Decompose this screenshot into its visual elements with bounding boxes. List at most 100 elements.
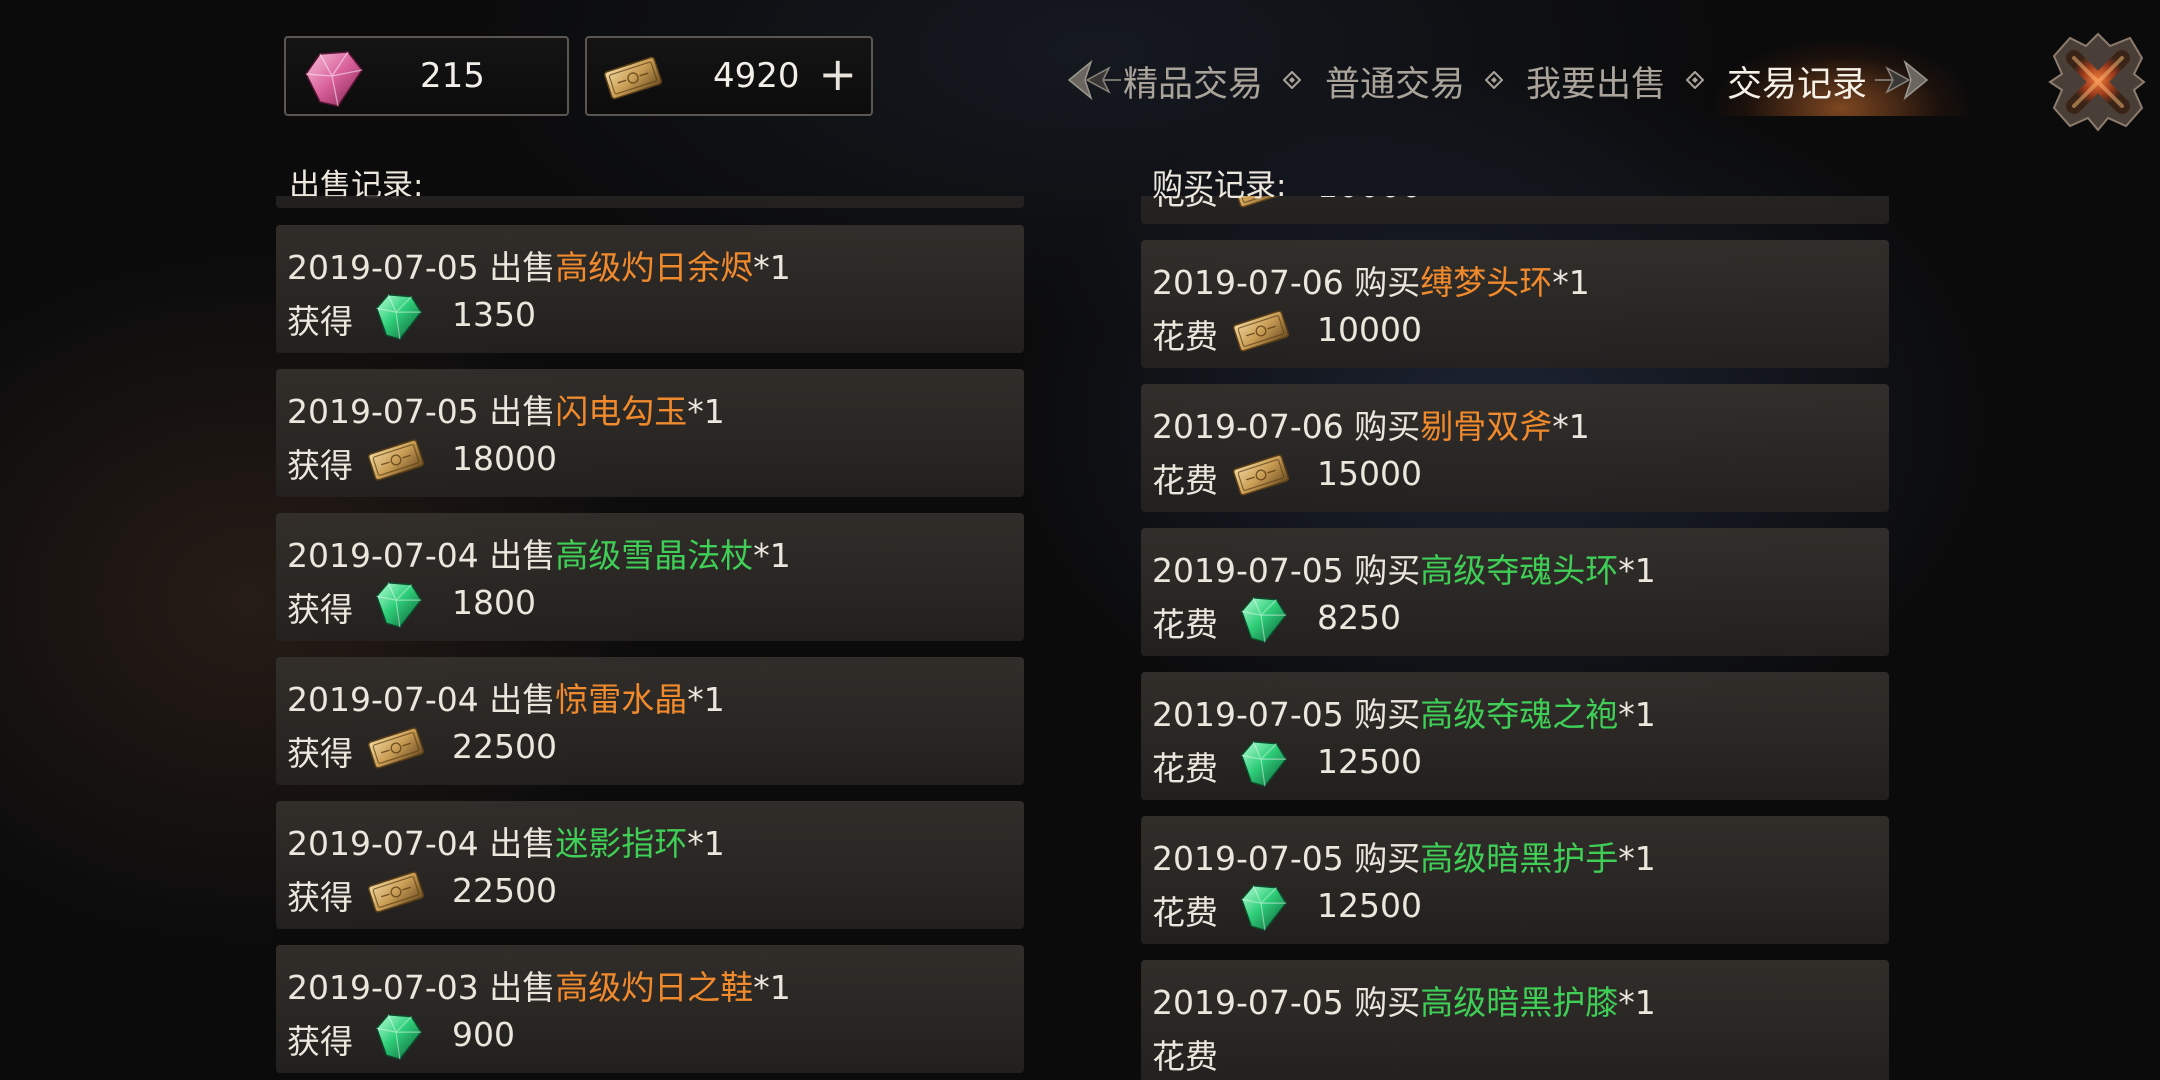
record-card: 2019-07-05 出售闪电勾玉*1 获得 18000 [276,369,1024,497]
record-amount-label: 获得 [287,302,353,341]
record-amount: 1350 [452,295,536,334]
gold-ticket-icon [595,48,671,108]
record-summary: 2019-07-03 出售高级灼日之鞋*1 [287,961,791,1009]
record-date: 2019-07-05 [1152,839,1344,878]
purchase-records-title: 购买记录: [1152,168,1287,204]
record-action: 购买 [1354,839,1421,878]
gold-ticket-icon [364,719,428,777]
record-item-name: 高级夺魂之袍 [1420,695,1619,734]
record-quantity: *1 [687,680,725,719]
gold-ticket-icon [364,431,428,489]
record-card: 2019-07-05 购买高级夺魂之袍*1 花费 12500 [1141,672,1889,800]
pink-diamond-icon [298,46,368,112]
record-item-name: 高级灼日之鞋 [555,968,754,1007]
record-date: 2019-07-06 [1152,263,1344,302]
gold-ticket-icon [1229,446,1293,504]
purchase-records-list[interactable]: 2019-07-06 购买剔骨护手*1花费100002019-07-06 购买缚… [1141,196,1891,1080]
ticket-balance: 4920 [713,56,800,96]
record-amount-label: 花费 [1152,749,1218,788]
record-quantity: *1 [1618,839,1656,878]
record-amount: 22500 [452,871,557,910]
tab-trade-records[interactable]: 交易记录 [1727,56,1867,107]
record-quantity: *1 [753,248,791,287]
record-amount: 900 [452,1015,515,1054]
record-item-name: 高级灼日余烬 [555,248,754,287]
record-item-name: 惊雷水晶 [555,680,688,719]
record-summary: 2019-07-04 出售高级雪晶法杖*1 [287,529,791,577]
record-amount-label: 获得 [287,1022,353,1061]
record-amount: 22500 [452,727,557,766]
green-gem-icon [364,1007,428,1065]
diamond-balance: 215 [420,56,485,96]
close-icon[interactable] [2044,28,2152,136]
record-card: 2019-07-06 购买缚梦头环*1 花费 10000 [1141,240,1889,368]
record-amount: 12500 [1317,742,1422,781]
record-amount: 10000 [1317,310,1422,349]
record-card [276,196,1024,208]
record-item-name: 高级夺魂头环 [1420,551,1619,590]
record-item-name: 闪电勾玉 [555,392,688,431]
record-date: 2019-07-04 [287,824,479,863]
record-quantity: *1 [1552,407,1590,446]
record-summary: 2019-07-05 出售闪电勾玉*1 [287,385,725,433]
record-item-name: 迷影指环 [555,824,688,863]
diamond-balance-box: 215 [284,36,569,116]
record-card: 2019-07-05 购买高级暗黑护膝*1 花费 [1141,960,1889,1080]
record-date: 2019-07-05 [287,248,479,287]
record-card: 2019-07-04 出售高级雪晶法杖*1 获得 1800 [276,513,1024,641]
record-item-name: 缚梦头环 [1420,263,1553,302]
record-quantity: *1 [753,536,791,575]
sale-records-list[interactable]: 2019-07-05 出售高级灼日余烬*1 获得 1350 2019-07-05 出售… [276,196,1026,1080]
record-card: 2019-07-05 出售高级灼日余烬*1 获得 1350 [276,225,1024,353]
trade-tabs: 精品交易 普通交易 我要出售 交易记录 [1065,40,1967,120]
record-amount: 1800 [452,583,536,622]
record-action: 购买 [1354,263,1421,302]
record-card: 2019-07-06 购买剔骨双斧*1 花费 15000 [1141,384,1889,512]
record-amount-label: 花费 [1152,893,1218,932]
gold-ticket-icon [364,863,428,921]
record-action: 购买 [1354,695,1421,734]
record-date: 2019-07-05 [1152,983,1344,1022]
record-amount-label: 获得 [287,878,353,917]
tab-separator-icon [1485,71,1503,89]
tab-normal-trade[interactable]: 普通交易 [1325,56,1465,107]
record-amount-label: 获得 [287,734,353,773]
record-quantity: *1 [1552,263,1590,302]
record-card: 2019-07-05 购买高级暗黑护手*1 花费 12500 [1141,816,1889,944]
record-date: 2019-07-05 [1152,695,1344,734]
record-card: 2019-07-03 出售高级灼日之鞋*1 获得 900 [276,945,1024,1073]
tab-separator-icon [1686,71,1704,89]
record-amount: 8250 [1317,598,1401,637]
record-action: 出售 [489,392,556,431]
record-action: 购买 [1354,983,1421,1022]
record-amount: 18000 [452,439,557,478]
record-summary: 2019-07-05 出售高级灼日余烬*1 [287,241,791,289]
green-gem-icon [1229,734,1293,792]
record-date: 2019-07-04 [287,536,479,575]
record-date: 2019-07-05 [287,392,479,431]
ticket-balance-box: 4920 + [585,36,873,116]
record-action: 出售 [489,824,556,863]
record-card: 2019-07-05 购买高级夺魂头环*1 花费 8250 [1141,528,1889,656]
tab-sell-item[interactable]: 我要出售 [1526,56,1666,107]
add-ticket-button[interactable]: + [818,38,857,114]
record-quantity: *1 [1618,551,1656,590]
gold-ticket-icon [1229,302,1293,360]
record-action: 出售 [489,248,556,287]
green-gem-icon [1229,590,1293,648]
green-gem-icon [364,575,428,633]
record-item-name: 高级暗黑护手 [1420,839,1619,878]
record-summary: 2019-07-05 购买高级暗黑护手*1 [1152,832,1656,880]
record-item-name: 高级暗黑护膝 [1420,983,1619,1022]
tab-premium-trade[interactable]: 精品交易 [1123,56,1263,107]
tab-left-ornament-icon [1065,58,1121,102]
record-amount: 10000 [1317,196,1422,205]
green-gem-icon [364,287,428,345]
record-card: 2019-07-04 出售惊雷水晶*1 获得 22500 [276,657,1024,785]
record-item-name: 高级雪晶法杖 [555,536,754,575]
record-date: 2019-07-03 [287,968,479,1007]
record-action: 出售 [489,680,556,719]
record-action: 出售 [489,536,556,575]
record-action: 购买 [1354,407,1421,446]
record-date: 2019-07-04 [287,680,479,719]
